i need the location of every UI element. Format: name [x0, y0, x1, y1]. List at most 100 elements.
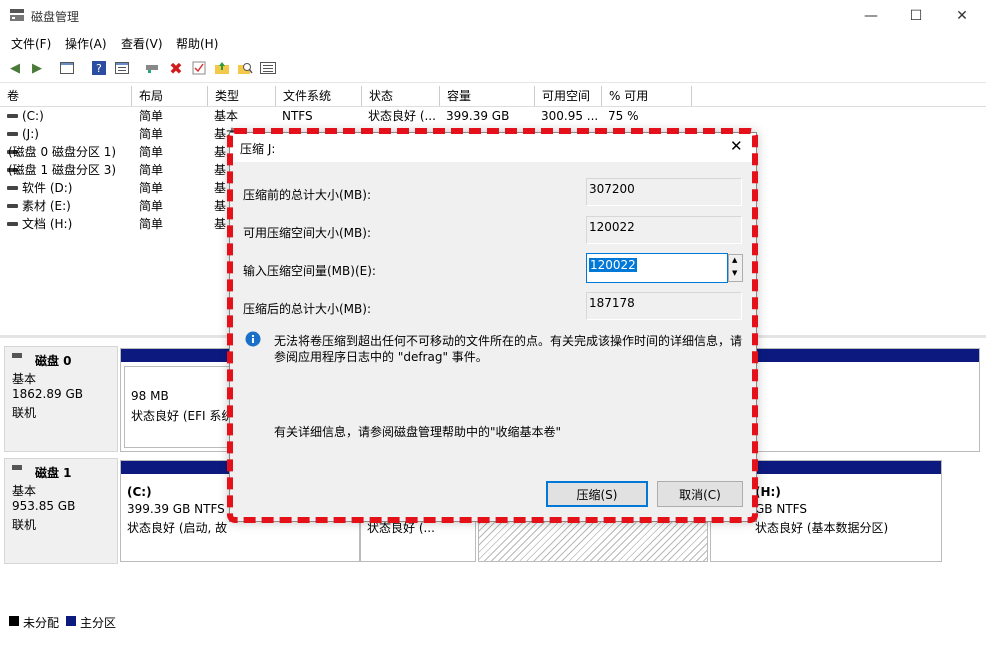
disk-1-info[interactable]: 磁盘 1 基本 953.85 GB 联机 — [4, 458, 118, 564]
disk-icon — [12, 353, 22, 358]
menu-view[interactable]: 查看(V) — [121, 35, 163, 52]
partition-size: 98 MB — [131, 389, 169, 403]
partition-status: 状态良好 (基本数据分区) — [755, 521, 889, 535]
disk-size: 953.85 GB — [12, 499, 76, 513]
volume-layout: 简单 — [139, 217, 164, 231]
after-size-label: 压缩后的总计大小(MB): — [243, 302, 371, 316]
volume-status: 状态良好 (... — [368, 109, 436, 123]
column-header-free[interactable]: 可用空间 — [535, 86, 602, 106]
connect-icon[interactable] — [144, 59, 162, 77]
info-icon — [245, 331, 261, 347]
partition-size: GB NTFS — [755, 502, 807, 516]
volume-layout: 简单 — [139, 181, 164, 195]
column-header-status[interactable]: 状态 — [362, 86, 440, 106]
volume-name: 软件 (D:) — [22, 181, 73, 195]
menu-file[interactable]: 文件(F) — [11, 35, 51, 52]
volume-name: 文档 (H:) — [22, 217, 73, 231]
volume-layout: 简单 — [139, 127, 164, 141]
volume-name: (C:) — [22, 109, 44, 123]
volume-icon — [7, 204, 18, 208]
column-header-filesystem[interactable]: 文件系统 — [276, 86, 362, 106]
checklist-icon[interactable] — [190, 59, 208, 77]
volume-icon — [7, 222, 18, 226]
legend: 未分配 主分区 — [0, 612, 986, 632]
disk-state: 联机 — [12, 406, 37, 420]
volume-fs: NTFS — [282, 109, 313, 123]
volume-capacity: 399.39 GB — [446, 109, 510, 123]
volume-table-header: 卷 布局 类型 文件系统 状态 容量 可用空间 % 可用 — [0, 86, 986, 107]
shrink-button[interactable]: 压缩(S) — [546, 481, 648, 507]
disk-name: 磁盘 0 — [35, 354, 72, 368]
volume-name: 素材 (E:) — [22, 199, 71, 213]
back-icon[interactable]: ◀ — [6, 59, 24, 77]
partition-status: 状态良好 (启动, 故 — [127, 521, 228, 535]
before-size-label: 压缩前的总计大小(MB): — [243, 188, 371, 202]
column-header-layout[interactable]: 布局 — [132, 86, 208, 106]
column-header-capacity[interactable]: 容量 — [440, 86, 535, 106]
available-size-value: 120022 — [586, 216, 742, 244]
volume-name: (磁盘 1 磁盘分区 3) — [8, 163, 117, 177]
column-header-percent-free[interactable]: % 可用 — [602, 86, 692, 106]
legend-label-unallocated: 未分配 — [23, 616, 60, 630]
console-view-icon[interactable] — [58, 59, 76, 77]
volume-layout: 简单 — [139, 145, 164, 159]
disk-0-info[interactable]: 磁盘 0 基本 1862.89 GB 联机 — [4, 346, 118, 452]
legend-label-primary: 主分区 — [80, 616, 117, 630]
volume-layout: 简单 — [139, 163, 164, 177]
forward-icon[interactable]: ▶ — [28, 59, 46, 77]
volume-free: 300.95 ... — [541, 109, 599, 123]
maximize-button[interactable]: ☐ — [893, 0, 939, 31]
shrink-amount-input[interactable]: 120022 — [586, 253, 728, 283]
disk-name: 磁盘 1 — [35, 466, 72, 480]
partition-name: (C:) — [127, 485, 152, 499]
efi-partition[interactable]: 98 MB 状态良好 (EFI 系统 — [124, 366, 234, 448]
legend-swatch-unallocated — [9, 616, 19, 626]
disk-icon — [12, 465, 22, 470]
volume-type: 基本 — [214, 109, 239, 123]
spin-down-icon[interactable]: ▼ — [732, 269, 737, 277]
minimize-button[interactable]: — — [848, 0, 894, 31]
close-button[interactable]: ✕ — [939, 0, 985, 31]
partition-size: 399.39 GB NTFS — [127, 502, 225, 516]
menu-help[interactable]: 帮助(H) — [176, 35, 218, 52]
menu-bar: 文件(F) 操作(A) 查看(V) 帮助(H) — [0, 31, 986, 54]
menu-action[interactable]: 操作(A) — [65, 35, 107, 52]
volume-layout: 简单 — [139, 109, 164, 123]
properties-view-icon[interactable] — [113, 59, 131, 77]
volume-type: 基 — [214, 145, 227, 159]
volume-name: (磁盘 0 磁盘分区 1) — [8, 145, 117, 159]
volume-type: 基 — [214, 199, 227, 213]
dialog-close-icon[interactable]: ✕ — [730, 137, 743, 155]
column-header-volume[interactable]: 卷 — [0, 86, 132, 106]
table-row[interactable]: (C:) 简单 基本 NTFS 状态良好 (... 399.39 GB 300.… — [0, 107, 986, 125]
spin-up-icon[interactable]: ▲ — [732, 256, 737, 264]
column-header-type[interactable]: 类型 — [208, 86, 276, 106]
disk-management-icon — [10, 9, 24, 21]
legend-swatch-primary — [66, 616, 76, 626]
volume-icon — [7, 114, 18, 118]
list-icon[interactable] — [259, 59, 277, 77]
partition-status: 状态良好 (EFI 系统 — [131, 409, 234, 423]
window-title: 磁盘管理 — [31, 10, 80, 24]
volume-icon — [7, 186, 18, 190]
shrink-amount-spinner[interactable]: ▲ ▼ — [728, 254, 743, 282]
volume-name: (J:) — [22, 127, 39, 141]
svg-text:?: ? — [96, 62, 102, 75]
volume-type: 基 — [214, 181, 227, 195]
disk-type: 基本 — [12, 484, 37, 498]
after-size-value: 187178 — [586, 292, 742, 320]
volume-type: 基 — [214, 163, 227, 177]
delete-icon[interactable]: ✖ — [167, 59, 185, 78]
info-text-line2: 参阅应用程序日志中的 "defrag" 事件。 — [274, 350, 488, 364]
disk-size: 1862.89 GB — [12, 387, 83, 401]
shrink-amount-label: 输入压缩空间量(MB)(E): — [243, 264, 376, 278]
folder-up-icon[interactable] — [213, 59, 231, 77]
cancel-button[interactable]: 取消(C) — [657, 481, 743, 507]
partition-name: (H:) — [755, 485, 781, 499]
toolbar: ◀ ▶ ? ✖ — [0, 54, 986, 83]
search-icon[interactable] — [236, 59, 254, 77]
volume-percent: 75 % — [608, 109, 639, 123]
help-icon[interactable]: ? — [90, 59, 108, 77]
shrink-dialog: 压缩 J: ✕ 压缩前的总计大小(MB): 307200 可用压缩空间大小(MB… — [229, 132, 757, 522]
before-size-value: 307200 — [586, 178, 742, 206]
